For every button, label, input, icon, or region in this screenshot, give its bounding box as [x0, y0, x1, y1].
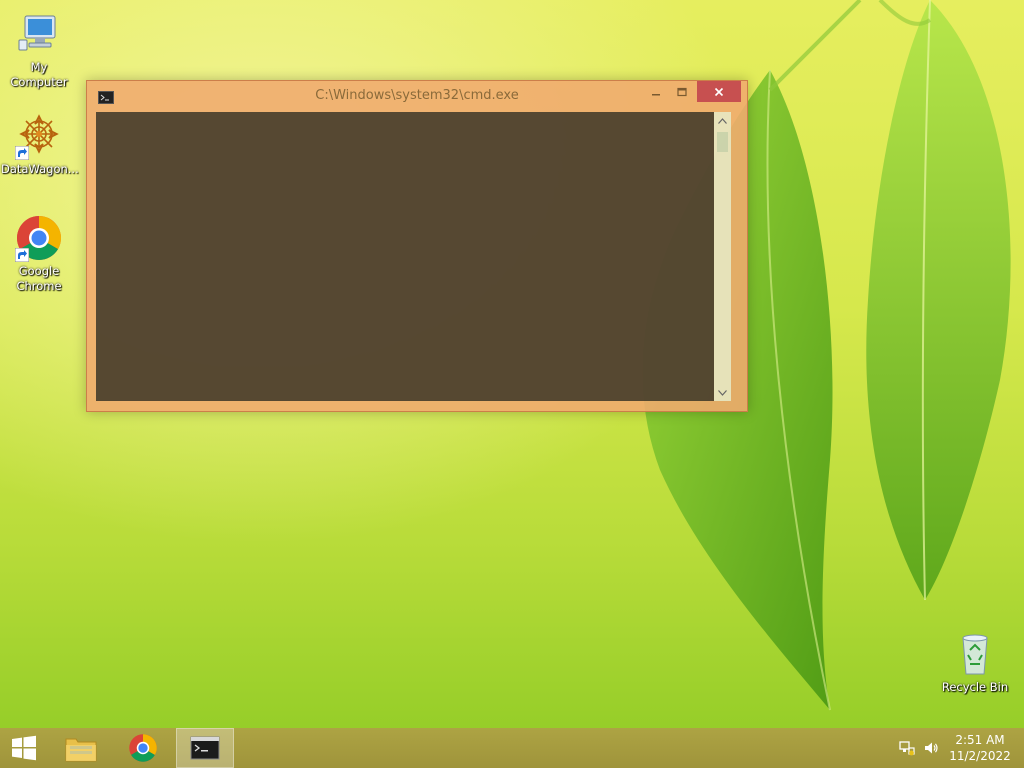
- console-output[interactable]: [96, 112, 714, 401]
- desktop-icon-label: Recycle Bin: [941, 680, 1009, 694]
- computer-icon: [15, 10, 63, 58]
- scrollbar-thumb[interactable]: [717, 132, 728, 152]
- shortcut-arrow-icon: [15, 146, 29, 160]
- close-icon: [714, 87, 724, 96]
- window-titlebar[interactable]: C:\Windows\system32\cmd.exe: [87, 81, 747, 111]
- shortcut-arrow-icon: [15, 248, 29, 262]
- recycle-bin-icon: [951, 630, 999, 678]
- taskbar-chrome[interactable]: [118, 728, 168, 768]
- desktop-icon-label: DataWagon...: [1, 162, 79, 176]
- start-button[interactable]: [0, 728, 48, 768]
- vertical-scrollbar[interactable]: [714, 112, 731, 401]
- volume-icon: [925, 742, 938, 754]
- clock-time: 2:51 AM: [955, 733, 1005, 747]
- chrome-icon: [15, 214, 63, 262]
- chevron-down-icon: [718, 389, 727, 396]
- cmd-window[interactable]: C:\Windows\system32\cmd.exe: [86, 80, 748, 412]
- chrome-icon: [129, 734, 157, 762]
- datawagon-icon: [15, 112, 63, 160]
- maximize-button[interactable]: [669, 81, 695, 102]
- close-button[interactable]: [697, 81, 741, 102]
- network-icon: [899, 741, 915, 756]
- maximize-icon: [677, 87, 687, 96]
- tray-network[interactable]: [896, 728, 918, 768]
- tray-clock[interactable]: 2:51 AM 11/2/2022: [944, 732, 1016, 764]
- windows-start-icon: [12, 735, 36, 761]
- clock-date: 11/2/2022: [949, 749, 1011, 763]
- scroll-up-button[interactable]: [714, 112, 731, 129]
- cmd-icon: [190, 736, 220, 760]
- tray-volume[interactable]: [920, 728, 942, 768]
- desktop-icon-datawagon[interactable]: DataWagon...: [1, 112, 79, 177]
- taskbar: 2:51 AM 11/2/2022: [0, 728, 1024, 768]
- taskbar-file-explorer[interactable]: [56, 728, 106, 768]
- scroll-down-button[interactable]: [714, 384, 731, 401]
- chevron-up-icon: [718, 117, 727, 124]
- desktop-icon-google-chrome[interactable]: Google Chrome: [1, 214, 77, 294]
- file-explorer-icon: [65, 738, 97, 762]
- minimize-button[interactable]: [643, 81, 669, 102]
- desktop-icon-my-computer[interactable]: My Computer: [1, 10, 77, 90]
- desktop-icon-label: My Computer: [10, 60, 68, 89]
- minimize-icon: [652, 93, 660, 95]
- desktop-icon-recycle-bin[interactable]: Recycle Bin: [937, 630, 1013, 695]
- desktop-icon-label: Google Chrome: [16, 264, 62, 293]
- taskbar-cmd[interactable]: [176, 728, 234, 768]
